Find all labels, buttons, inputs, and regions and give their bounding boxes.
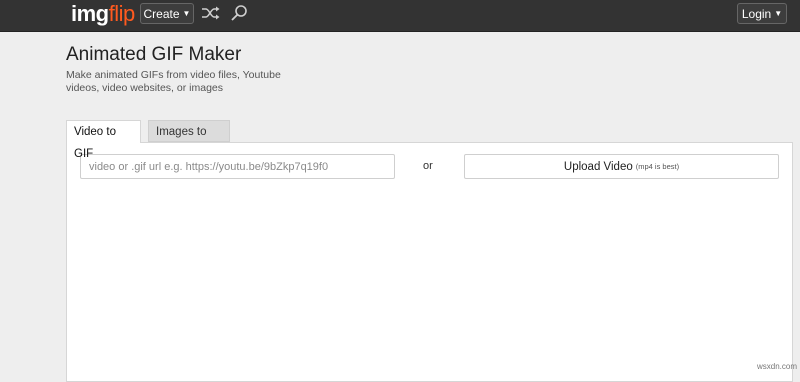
page-description: Make animated GIFs from video files, You… xyxy=(66,69,281,94)
tab-images-to-gif[interactable]: Images to GIF xyxy=(148,120,230,160)
page-title: Animated GIF Maker xyxy=(66,44,242,65)
chevron-down-icon: ▼ xyxy=(182,8,191,18)
login-label: Login xyxy=(741,6,772,21)
upload-video-label: Upload Video xyxy=(563,160,633,173)
chevron-down-icon: ▼ xyxy=(774,8,783,18)
login-button[interactable]: Login ▼ xyxy=(737,3,787,24)
create-menu-button[interactable]: Create ▼ xyxy=(140,3,194,24)
video-url-input[interactable] xyxy=(80,154,395,179)
logo-text-img: img xyxy=(71,1,109,26)
shuffle-icon[interactable] xyxy=(201,5,221,21)
create-label: Create xyxy=(143,6,180,21)
logo-text-flip: flip xyxy=(108,1,136,26)
upload-format-note: (mp4 is best) xyxy=(635,162,680,171)
search-icon[interactable] xyxy=(230,4,248,22)
or-separator: or xyxy=(423,160,433,172)
tab-video-to-gif[interactable]: Video to GIF xyxy=(66,120,141,160)
upload-video-button[interactable]: Upload Video (mp4 is best) xyxy=(464,154,779,179)
watermark: wsxdn.com xyxy=(757,362,798,371)
imgflip-logo[interactable]: imgflip xyxy=(71,2,135,26)
top-nav-bar: imgflip Create ▼ Login ▼ xyxy=(0,0,800,31)
